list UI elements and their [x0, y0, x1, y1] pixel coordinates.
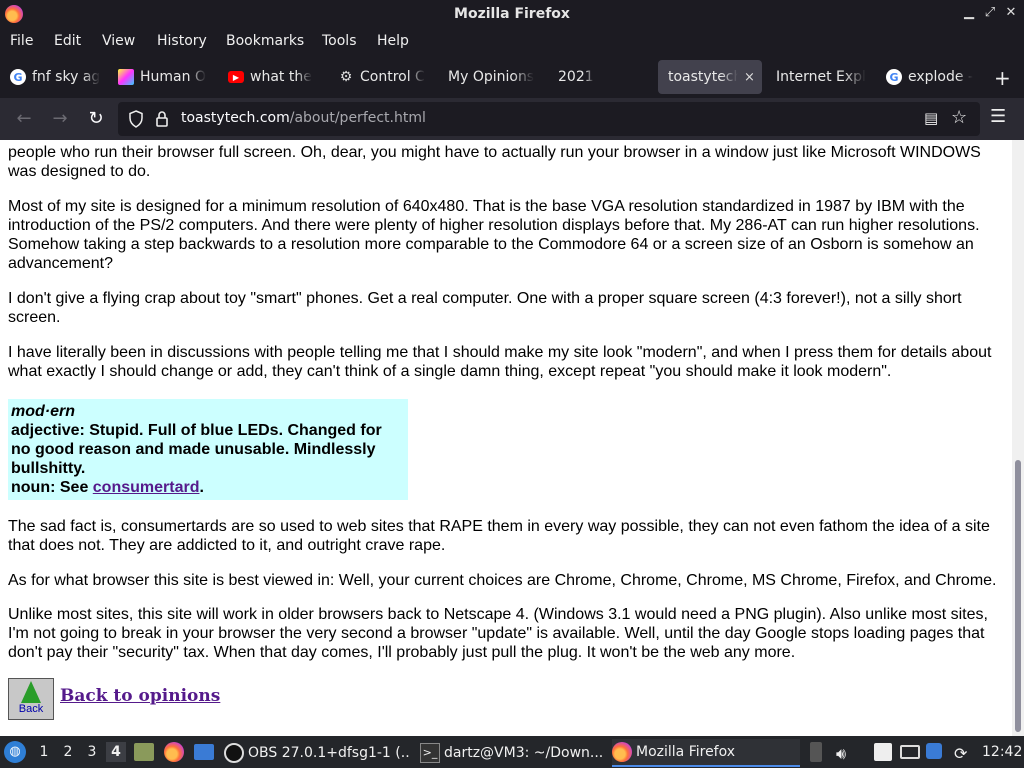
menu-bookmarks[interactable]: Bookmarks [226, 33, 304, 49]
tab[interactable]: Internet Expl [766, 60, 876, 94]
green-up-arrow-icon [21, 681, 41, 703]
taskbar-task-obs[interactable]: OBS 27.0.1+dfsg1-1 (... [224, 739, 410, 767]
tab-label: 2021 [558, 69, 594, 85]
clock[interactable]: 12:42 [982, 744, 1022, 760]
url-domain: toastytech.com [181, 110, 290, 126]
window-titlebar[interactable]: Mozilla Firefox ▁ ⤢ ✕ [0, 0, 1024, 29]
definition-noun-suffix: . [199, 479, 204, 496]
new-tab-icon[interactable]: + [994, 66, 1011, 90]
task-label: dartz@VM3: ~/Down... [444, 745, 604, 761]
menu-tools[interactable]: Tools [322, 33, 357, 49]
network-icon[interactable] [900, 745, 920, 759]
tab[interactable]: 2021 [548, 60, 658, 94]
workspace-2[interactable]: 2 [58, 742, 78, 762]
close-icon[interactable]: ✕ [1002, 5, 1020, 20]
definition-noun-prefix: noun: See [11, 479, 93, 496]
menu-history[interactable]: History [157, 33, 207, 49]
workspace-4[interactable]: 4 [106, 742, 126, 762]
reload-icon[interactable]: ↻ [85, 108, 107, 129]
paragraph: The sad fact is, consumertards are so us… [8, 518, 990, 554]
tab-label: Human O [140, 69, 206, 85]
workspace-3[interactable]: 3 [82, 742, 102, 762]
tab-label: toastytech [668, 69, 738, 85]
paragraph: As for what browser this site is best vi… [8, 572, 997, 589]
youtube-icon: ▶ [228, 71, 244, 83]
file-manager-icon[interactable] [134, 743, 154, 761]
task-label: Mozilla Firefox [636, 744, 736, 760]
tab-label: explode - [908, 69, 973, 85]
clipboard-icon[interactable] [874, 743, 892, 761]
google-icon: G [886, 69, 902, 85]
reader-view-icon[interactable]: ▤ [924, 109, 938, 127]
back-to-opinions-link[interactable]: Back to opinions [60, 687, 220, 706]
google-icon: G [10, 69, 26, 85]
tab[interactable]: ▶ what the [218, 60, 328, 94]
gear-icon: ⚙ [339, 69, 353, 85]
taskbar-task-firefox[interactable]: Mozilla Firefox [612, 739, 800, 767]
minimize-icon[interactable]: ▁ [960, 5, 978, 20]
bookmark-star-icon[interactable]: ☆ [951, 107, 967, 128]
tab[interactable]: Human O [108, 60, 218, 94]
scrollbar-thumb[interactable] [1015, 460, 1021, 732]
restore-icon[interactable]: ⤢ [981, 5, 999, 20]
volume-icon[interactable]: 🔊︎ [836, 744, 846, 764]
tab-bar: G fnf sky ag Human O ▶ what the ⚙ Contro… [0, 58, 1024, 96]
navigation-bar: ← → ↻ toastytech.com/about/perfect.html … [0, 98, 1024, 140]
back-button-label: Back [18, 703, 44, 715]
paragraph: Most of my site is designed for a minimu… [8, 198, 980, 272]
window-title: Mozilla Firefox [454, 6, 570, 22]
paragraph: I don't give a flying crap about toy "sm… [8, 290, 962, 326]
tab-active[interactable]: toastytech × [658, 60, 762, 94]
firefox-icon [612, 742, 632, 762]
hamburger-menu-icon[interactable]: ☰ [990, 106, 1006, 127]
url-bar[interactable]: toastytech.com/about/perfect.html ▤ ☆ [118, 102, 980, 136]
menu-help[interactable]: Help [377, 33, 409, 49]
obs-icon [224, 743, 244, 763]
url-text[interactable]: toastytech.com/about/perfect.html [181, 110, 426, 126]
update-icon[interactable]: ⟳ [954, 744, 967, 763]
tab-label: My Opinions [448, 69, 535, 85]
paragraph: I have literally been in discussions wit… [8, 344, 992, 380]
shield-icon[interactable] [128, 110, 144, 128]
menu-edit[interactable]: Edit [54, 33, 81, 49]
url-path: /about/perfect.html [289, 110, 426, 126]
menu-bar: File Edit View History Bookmarks Tools H… [0, 29, 1024, 55]
tray-handle-icon[interactable] [810, 742, 822, 762]
definition-word: mod·ern [11, 403, 75, 420]
tab[interactable]: G fnf sky ag [0, 60, 108, 94]
tab[interactable]: My Opinions [438, 60, 548, 94]
back-arrow-icon[interactable]: ← [13, 108, 35, 129]
consumertard-link[interactable]: consumertard [93, 479, 200, 496]
tab[interactable]: G explode - [876, 60, 976, 94]
close-tab-icon[interactable]: × [744, 70, 755, 85]
definition-noun: noun: See consumertard. [11, 478, 405, 497]
tab[interactable]: ⚙ Control C [328, 60, 438, 94]
tab-label: what the [250, 69, 312, 85]
taskbar: ◍ 1 2 3 4 OBS 27.0.1+dfsg1-1 (... >_ dar… [0, 736, 1024, 768]
menu-view[interactable]: View [102, 33, 135, 49]
workspace-1[interactable]: 1 [34, 742, 54, 762]
task-label: OBS 27.0.1+dfsg1-1 (... [248, 745, 410, 761]
taskbar-task-terminal[interactable]: >_ dartz@VM3: ~/Down... [420, 739, 606, 767]
firefox-launcher-icon[interactable] [164, 742, 184, 762]
tab-label: fnf sky ag [32, 69, 101, 85]
vertical-scrollbar[interactable] [1012, 140, 1024, 736]
definition-box: mod·ern adjective: Stupid. Full of blue … [8, 399, 408, 500]
page-content[interactable]: people who run their browser full screen… [0, 140, 1012, 736]
back-button-image[interactable]: Back [8, 678, 54, 720]
menu-file[interactable]: File [10, 33, 33, 49]
tab-label: Internet Expl [776, 69, 866, 85]
window-icon[interactable] [194, 744, 214, 760]
forward-arrow-icon[interactable]: → [49, 108, 71, 129]
terminal-icon: >_ [420, 743, 440, 763]
start-menu-icon[interactable]: ◍ [4, 741, 26, 763]
tab-label: Control C [360, 69, 425, 85]
colorful-icon [118, 69, 134, 85]
paragraph: Unlike most sites, this site will work i… [8, 606, 988, 661]
notification-icon[interactable] [926, 743, 942, 759]
paragraph: people who run their browser full screen… [8, 144, 981, 180]
definition-adjective: adjective: Stupid. Full of blue LEDs. Ch… [11, 422, 382, 477]
lock-icon[interactable] [155, 110, 169, 128]
